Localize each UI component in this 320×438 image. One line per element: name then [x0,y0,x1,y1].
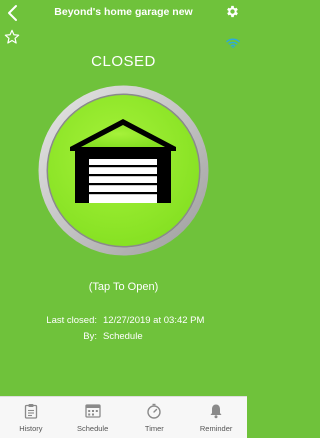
closed-by-row: By: Schedule [0,331,247,345]
clipboard-icon [24,404,38,419]
calendar-icon [84,404,101,418]
tab-bar: History Schedule Timer Reminder [0,396,247,438]
tab-reminder[interactable]: Reminder [185,397,247,438]
bell-icon [210,404,222,419]
tab-history-label: History [19,424,43,433]
favorite-button[interactable] [4,29,20,45]
timer-icon [147,403,162,419]
header: Beyond's home garage new [0,0,247,26]
tab-reminder-label: Reminder [199,424,233,433]
device-title: Beyond's home garage new [54,6,193,18]
last-closed-row: Last closed: 12/27/2019 at 03:42 PM [0,315,247,329]
tab-schedule-label: Schedule [76,424,109,433]
settings-button[interactable] [225,4,240,19]
door-status: CLOSED [91,53,156,70]
garage-door-screen: Beyond's home garage new CLOSED (Tap To … [0,0,247,438]
back-button[interactable] [6,4,20,22]
tab-schedule[interactable]: Schedule [62,397,124,438]
chevron-left-icon [8,5,17,21]
closed-by-label: By: [83,331,97,342]
gear-icon [227,5,238,18]
closed-by-value: Schedule [103,331,143,342]
wifi-icon [226,38,240,48]
tab-timer[interactable]: Timer [124,397,186,438]
star-outline-icon [4,29,20,44]
last-closed-value: 12/27/2019 at 03:42 PM [103,315,205,326]
door-button-graphic [38,85,209,256]
tap-hint: (Tap To Open) [88,281,159,293]
tab-timer-label: Timer [144,424,164,433]
tab-history[interactable]: History [0,397,62,438]
door-toggle-button[interactable] [38,85,209,256]
last-closed-label: Last closed: [46,315,97,326]
